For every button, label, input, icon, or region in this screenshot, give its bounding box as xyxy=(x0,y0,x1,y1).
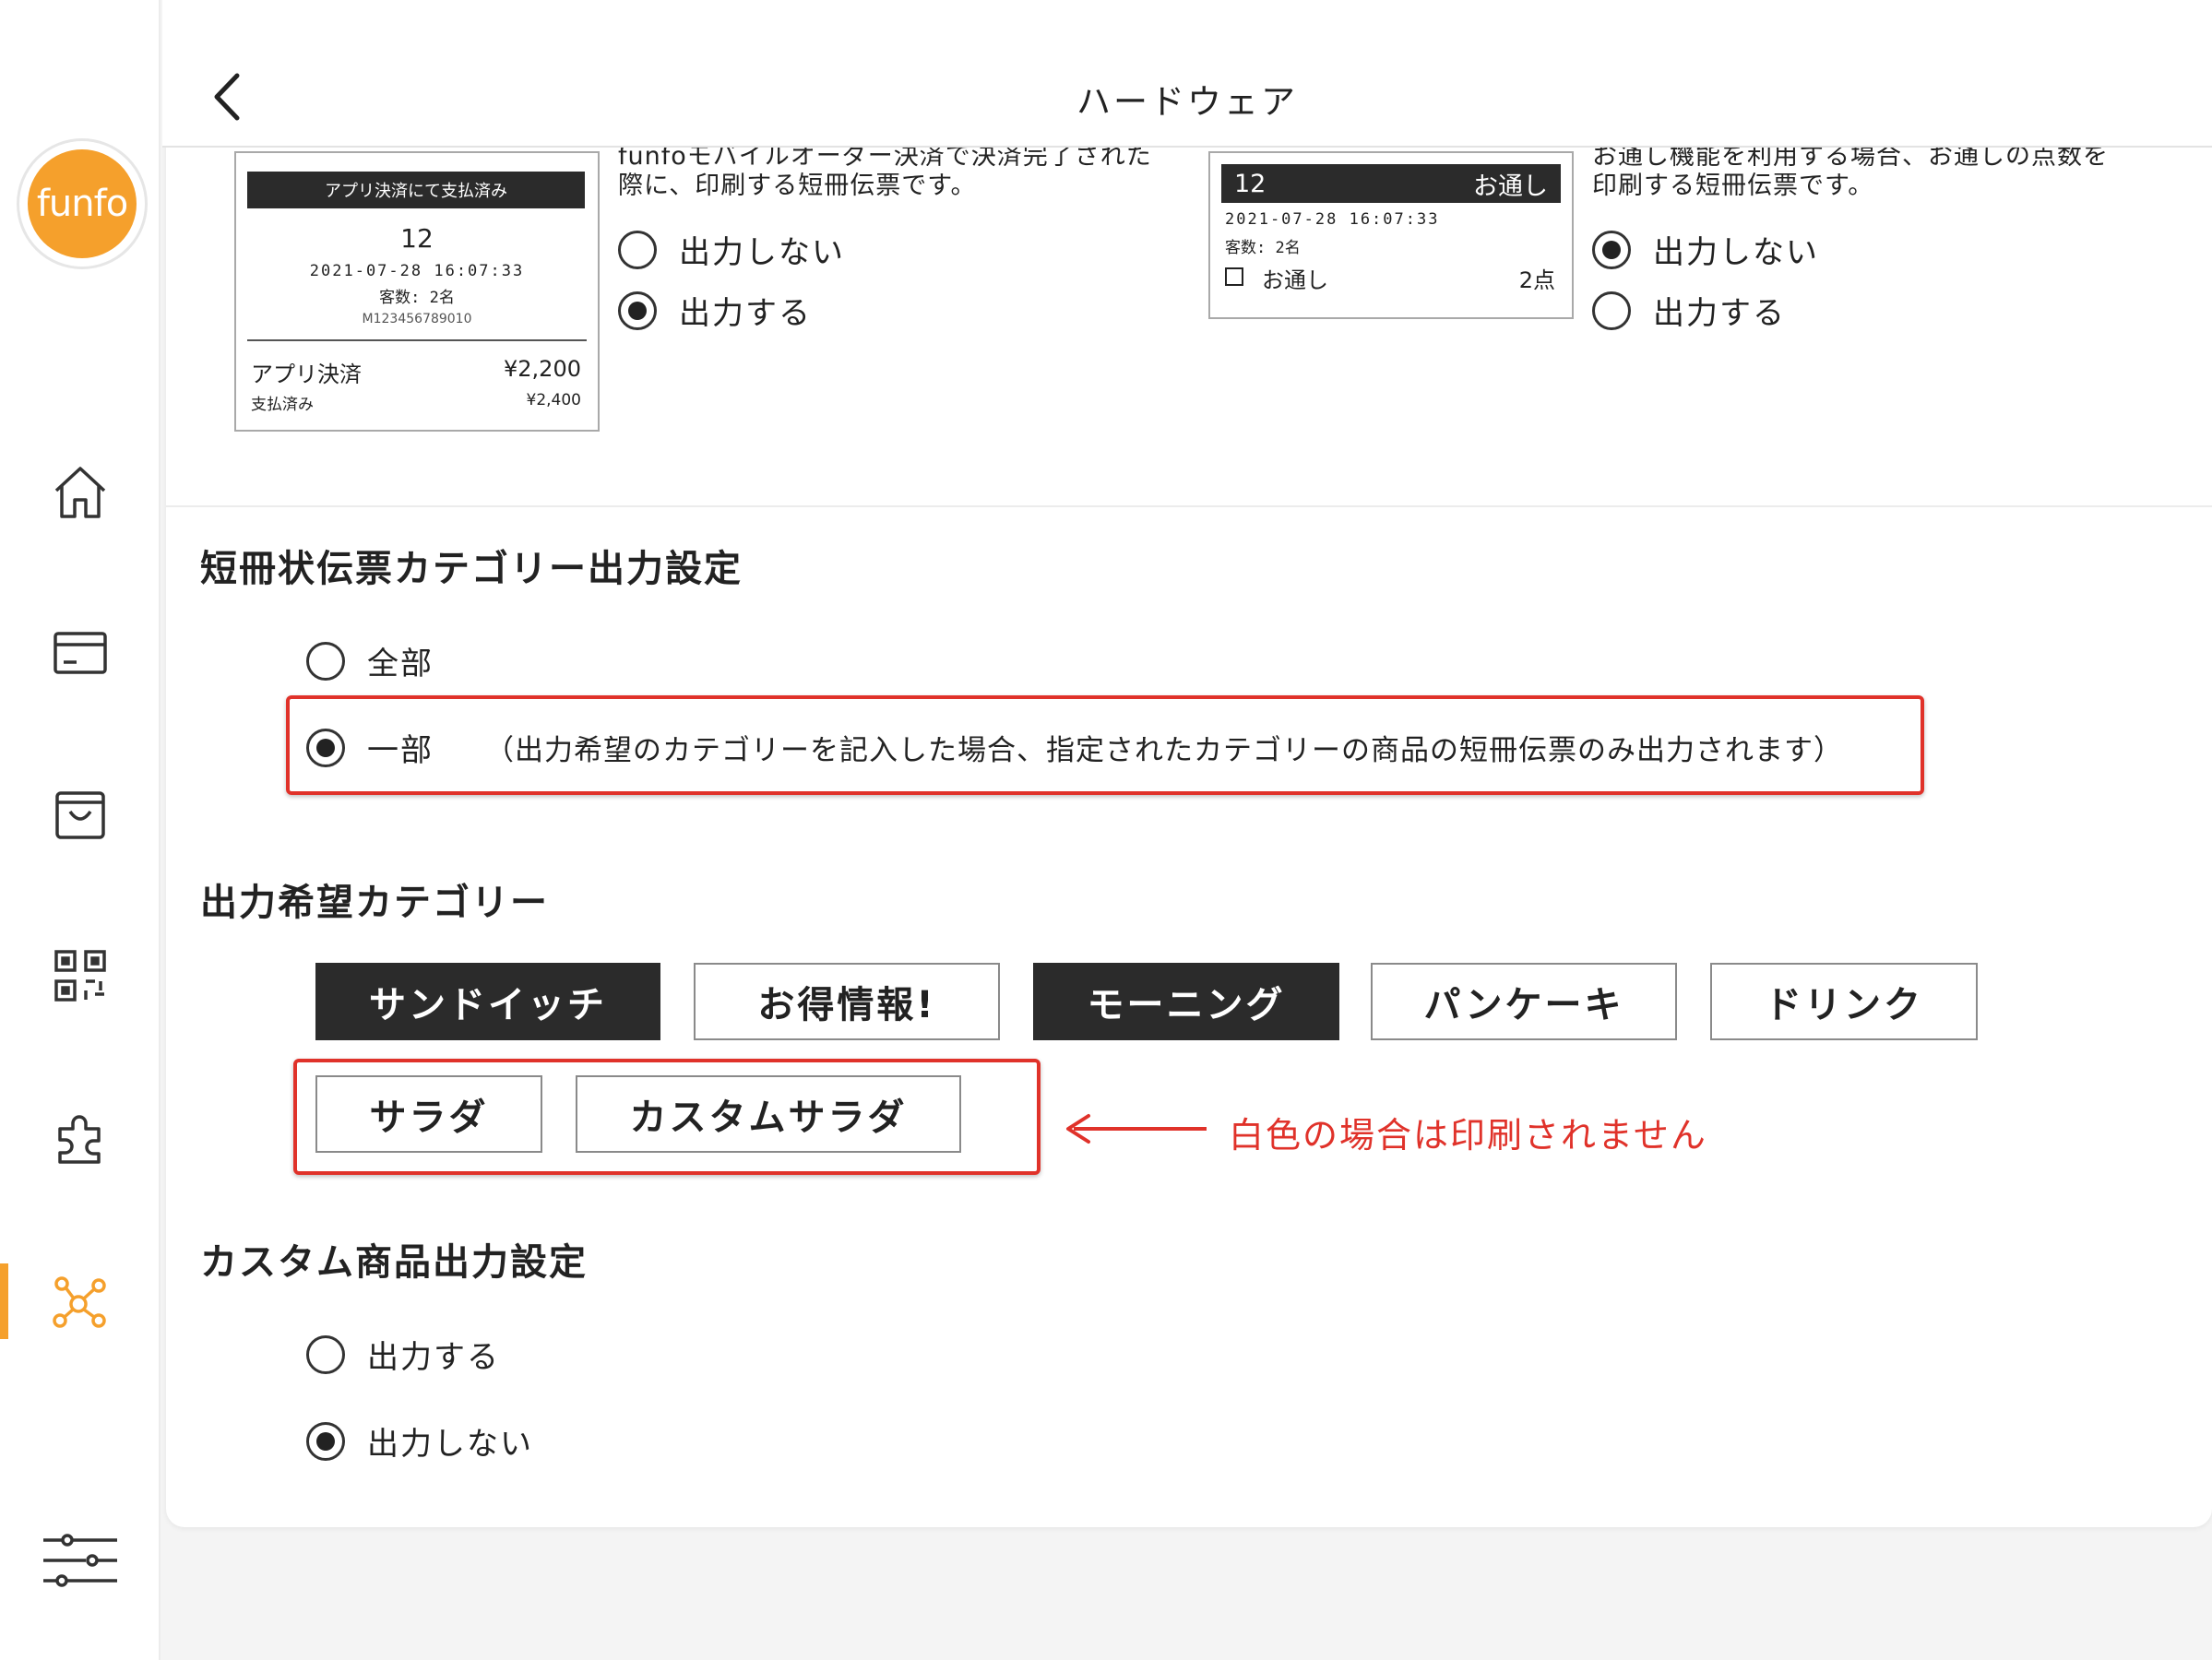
desired-categories-title: 出力希望カテゴリー xyxy=(200,882,549,924)
receipt-order-id: M123456789010 xyxy=(362,312,472,326)
radio-button[interactable] xyxy=(618,230,657,269)
receipt-item-qty: 2点 xyxy=(1518,267,1555,293)
sidebar: funfo xyxy=(0,0,161,1660)
receipt-header: 12 お通し xyxy=(1221,164,1561,203)
receipt-preview-otoshi: 12 お通し 2021-07-28 16:07:33 客数: 2名 お通し 2点 xyxy=(1208,151,1574,319)
radio-button[interactable] xyxy=(306,641,345,681)
radio-button[interactable] xyxy=(1592,230,1631,269)
radio-button[interactable] xyxy=(306,1421,345,1461)
receipt-divider xyxy=(247,339,587,341)
radio-app-no-output[interactable]: 出力しない xyxy=(618,227,845,272)
highlight-box-partial xyxy=(286,695,1924,795)
active-indicator xyxy=(0,1263,8,1339)
highlight-box-white-chips xyxy=(293,1059,1041,1175)
white-chip-annotation: 白色の場合は印刷されません xyxy=(1229,1115,1707,1156)
section-divider xyxy=(166,505,2212,507)
puzzle-icon[interactable] xyxy=(42,1099,119,1177)
page-title: ハードウェア xyxy=(1076,82,1298,122)
radio-label: 出力しない xyxy=(679,234,845,271)
receipt-paid-label: 支払済み xyxy=(251,396,314,414)
radio-button[interactable] xyxy=(306,1334,345,1374)
receipt-number: 12 xyxy=(400,223,434,254)
radio-app-output[interactable]: 出力する xyxy=(618,288,812,333)
sliders-icon[interactable] xyxy=(42,1522,119,1599)
receipt-guests: 客数: 2名 xyxy=(379,289,455,307)
network-icon[interactable] xyxy=(42,1263,119,1341)
receipt-pay-label: アプリ決済 xyxy=(251,362,362,387)
receipt-item: お通し xyxy=(1262,267,1328,293)
card-icon[interactable] xyxy=(42,614,119,692)
radio-label: 出力しない xyxy=(367,1426,533,1463)
receipt-preview-app: アプリ決済にて支払済み 12 2021-07-28 16:07:33 客数: 2… xyxy=(234,151,600,432)
otoshi-description: お通し機能を利用する場合、お通しの点数を 印刷する短冊伝票です。 xyxy=(1592,142,2109,200)
app-payment-description: funfoモバイルオーダー決済で決済完了された 際に、印刷する短冊伝票です。 xyxy=(618,142,1152,200)
custom-product-title: カスタム商品出力設定 xyxy=(200,1241,588,1284)
radio-button[interactable] xyxy=(1592,290,1631,330)
checkbox-icon xyxy=(1225,267,1243,286)
shopping-bag-icon[interactable] xyxy=(42,777,119,854)
funfo-logo[interactable]: funfo xyxy=(28,149,137,258)
receipt-pay-amount: ¥2,200 xyxy=(504,356,581,382)
receipt-guests: 客数: 2名 xyxy=(1225,239,1301,257)
radio-label: 全部 xyxy=(367,646,434,682)
category-chip-drink[interactable]: ドリンク xyxy=(1710,963,1978,1040)
settings-card: アプリ決済にて支払済み 12 2021-07-28 16:07:33 客数: 2… xyxy=(166,92,2212,1527)
receipt-datetime: 2021-07-28 16:07:33 xyxy=(309,262,525,280)
category-chip-morning[interactable]: モーニング xyxy=(1033,963,1339,1040)
qr-code-icon[interactable] xyxy=(42,937,119,1014)
radio-otoshi-no-output[interactable]: 出力しない xyxy=(1592,227,1819,272)
radio-custom-output[interactable]: 出力する xyxy=(306,1332,500,1377)
radio-custom-no-output[interactable]: 出力しない xyxy=(306,1418,533,1464)
receipt-datetime: 2021-07-28 16:07:33 xyxy=(1225,210,1440,229)
category-chip-sandwich[interactable]: サンドイッチ xyxy=(315,963,660,1040)
radio-label: 出力する xyxy=(1653,295,1786,332)
category-output-title: 短冊状伝票カテゴリー出力設定 xyxy=(200,548,743,590)
home-icon[interactable] xyxy=(42,454,119,531)
category-chip-pancake[interactable]: パンケーキ xyxy=(1371,963,1677,1040)
radio-category-all[interactable]: 全部 xyxy=(306,638,434,683)
receipt-paid-amount: ¥2,400 xyxy=(526,391,581,409)
radio-label: 出力する xyxy=(367,1339,500,1376)
top-bar: ハードウェア xyxy=(162,0,2212,148)
radio-label: 出力しない xyxy=(1653,234,1819,271)
radio-label: 出力する xyxy=(679,295,812,332)
receipt-number: 12 xyxy=(1234,169,1267,198)
receipt-header-right: お通し xyxy=(1473,172,1548,201)
radio-otoshi-output[interactable]: 出力する xyxy=(1592,288,1786,333)
arrow-left-icon xyxy=(1066,1114,1207,1144)
main-area: ハードウェア アプリ決済にて支払済み 12 2021-07-28 16:07:3… xyxy=(162,0,2212,1660)
category-chip-deals[interactable]: お得情報! xyxy=(694,963,1000,1040)
receipt-header: アプリ決済にて支払済み xyxy=(247,172,585,208)
radio-button[interactable] xyxy=(618,290,657,330)
